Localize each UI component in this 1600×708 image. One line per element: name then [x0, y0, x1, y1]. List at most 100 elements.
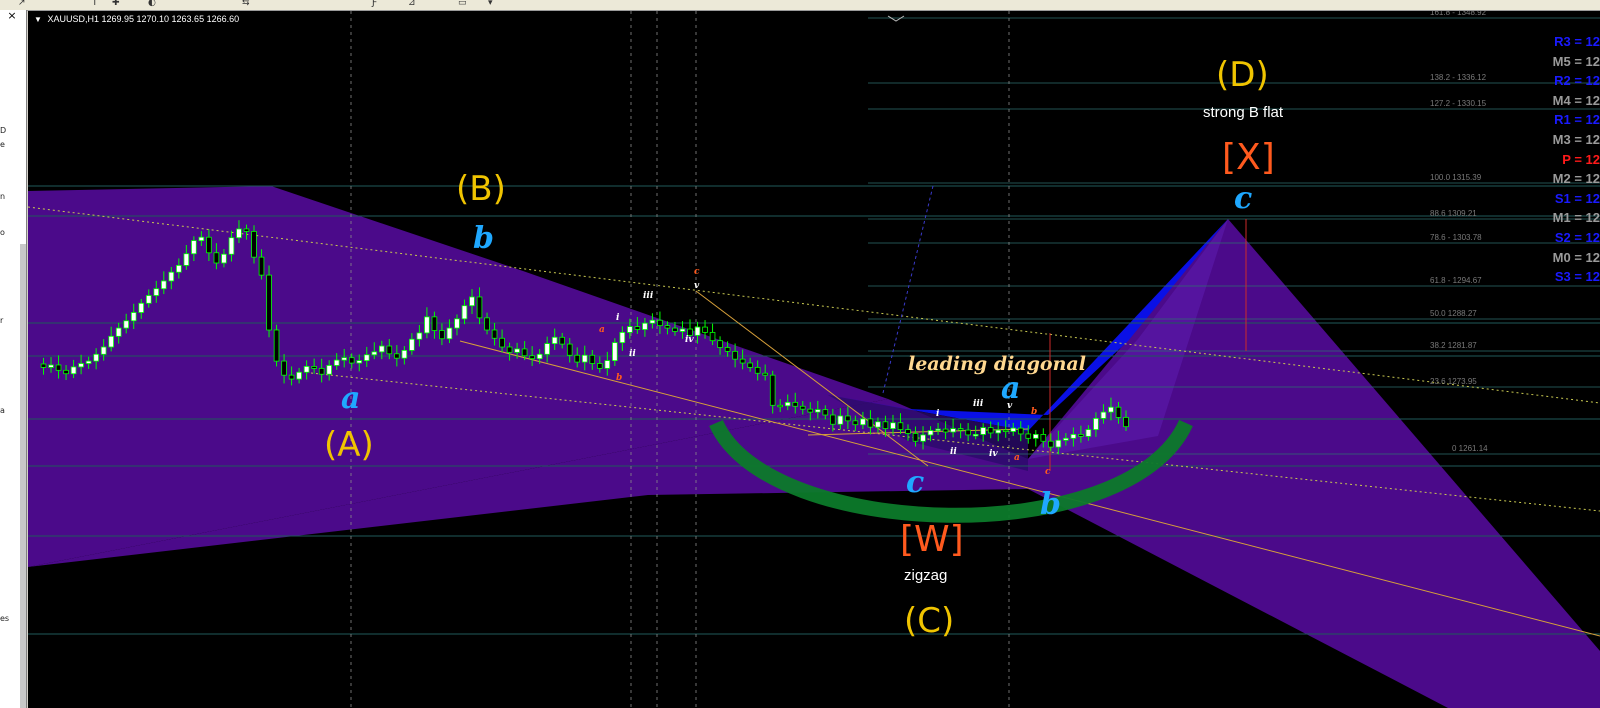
price-chart[interactable]: ▼ XAUUSD,H1 1269.95 1270.10 1263.65 1266…	[28, 11, 1600, 708]
candle-body	[213, 252, 220, 264]
small-wave-label: a	[599, 325, 605, 335]
candle-body	[206, 236, 212, 254]
small-wave-label: ii	[950, 447, 957, 457]
fib-level-label: 23.6 1273.95	[1430, 377, 1477, 386]
candle-body	[236, 228, 242, 239]
toolbar-button[interactable]: ✚	[112, 0, 120, 8]
panel-scrollbar[interactable]	[20, 244, 26, 708]
candle-body	[589, 354, 596, 364]
candle-body	[153, 288, 160, 296]
candle-body	[942, 428, 949, 433]
candle-body	[78, 363, 84, 368]
pivot-level-label: M1 = 12	[1552, 210, 1600, 226]
candle-body	[130, 312, 137, 322]
pivot-level-label: R1 = 12	[1554, 112, 1600, 128]
candle-body	[243, 228, 250, 232]
chart-canvas[interactable]	[28, 11, 1600, 708]
candle-body	[709, 332, 716, 342]
zigzag-note: zigzag	[904, 567, 948, 584]
candle-body	[1017, 427, 1024, 435]
candle-body	[499, 337, 505, 348]
candle-body	[1070, 434, 1077, 439]
candle-body	[619, 332, 626, 344]
candle-body	[454, 318, 460, 329]
candle-body	[657, 319, 663, 327]
candle-body	[754, 366, 761, 374]
candle-body	[634, 326, 641, 330]
candle-body	[845, 415, 851, 422]
candle-body	[198, 236, 205, 242]
candle-body	[860, 418, 866, 426]
candle-body	[995, 429, 1002, 434]
close-icon[interactable]: ×	[2, 10, 22, 23]
chart-ohlc: 1269.95 1270.10 1263.65 1266.60	[101, 14, 240, 24]
fib-level-label: 100.0 1315.39	[1430, 173, 1482, 182]
candle-body	[559, 336, 566, 345]
candle-body	[168, 271, 175, 282]
candle-body	[1040, 434, 1047, 442]
pivot-level-label: S2 = 12	[1554, 230, 1600, 245]
candle-body	[950, 428, 956, 433]
candle-body	[296, 371, 302, 380]
fib-level-label: 138.2 - 1336.12	[1430, 73, 1487, 82]
candle-body	[935, 428, 941, 431]
candle-body	[273, 329, 280, 362]
candle-body	[927, 430, 934, 436]
candle-body	[258, 256, 265, 276]
pivot-level-label: S1 = 12	[1554, 190, 1600, 206]
fib-level-label: 61.8 - 1294.67	[1430, 276, 1482, 285]
small-wave-label: i	[616, 313, 620, 323]
candle-body	[747, 362, 753, 368]
small-wave-label: v	[694, 281, 700, 291]
candle-body	[424, 316, 430, 334]
candle-body	[506, 346, 513, 353]
toolbar-button[interactable]: ↗	[18, 0, 26, 8]
candle-body	[55, 364, 62, 371]
candle-body	[341, 357, 348, 361]
toolbar-button[interactable]: ◐	[148, 0, 156, 8]
toolbar-button[interactable]: ⊿	[408, 0, 416, 8]
toolbar-button[interactable]: ▭	[458, 0, 467, 8]
pivot-level-label: M0 = 12	[1552, 249, 1600, 265]
pivot-level-label: R2 = 12	[1554, 73, 1600, 89]
small-wave-label: c	[1045, 467, 1051, 477]
toolbar-button[interactable]: ▾	[488, 0, 493, 8]
candle-body	[890, 422, 896, 429]
fib-level-label: 0 1261.14	[1452, 444, 1488, 453]
toolbar-button[interactable]: ⇆	[242, 0, 250, 8]
candle-body	[1025, 433, 1032, 439]
panel-text-fragment: r	[0, 316, 4, 325]
panel-text-fragment: e	[0, 140, 5, 149]
candle-body	[784, 401, 791, 407]
chart-header: ▼ XAUUSD,H1 1269.95 1270.10 1263.65 1266…	[34, 14, 239, 24]
pivot-level-label: M5 = 12	[1552, 53, 1600, 69]
fib-level-label: 127.2 - 1330.15	[1430, 99, 1487, 108]
candle-body	[363, 354, 370, 361]
toolbar-button[interactable]: T	[92, 0, 98, 8]
candle-body	[70, 366, 77, 375]
candle-body	[469, 296, 475, 307]
candle-body	[965, 429, 971, 436]
candle-body	[822, 409, 829, 416]
candle-body	[514, 348, 520, 353]
candle-body	[867, 418, 874, 428]
wave-label-c-mid: c	[906, 465, 925, 500]
candle-body	[108, 335, 114, 348]
candle-body	[93, 353, 99, 362]
dropdown-triangle-icon[interactable]: ▼	[34, 15, 42, 24]
candle-body	[311, 366, 317, 369]
candle-body	[897, 422, 904, 430]
toolbar: ↗ T ✚ ◐ ⇆ Ƒ ⊿ ▭ ▾	[0, 0, 1600, 11]
candle-body	[401, 349, 408, 359]
pivot-level-label: M3 = 12	[1552, 132, 1600, 147]
candle-body	[1048, 440, 1054, 448]
candle-body	[596, 363, 603, 369]
candle-body	[1055, 439, 1062, 448]
candle-body	[905, 429, 911, 434]
candle-body	[431, 316, 438, 331]
candle-body	[40, 363, 47, 368]
fib-level-label: 78.6 - 1303.78	[1430, 233, 1482, 242]
candle-body	[303, 366, 310, 373]
toolbar-button[interactable]: Ƒ	[372, 0, 377, 8]
navigator-panel: × D e n o r a es	[0, 10, 27, 708]
